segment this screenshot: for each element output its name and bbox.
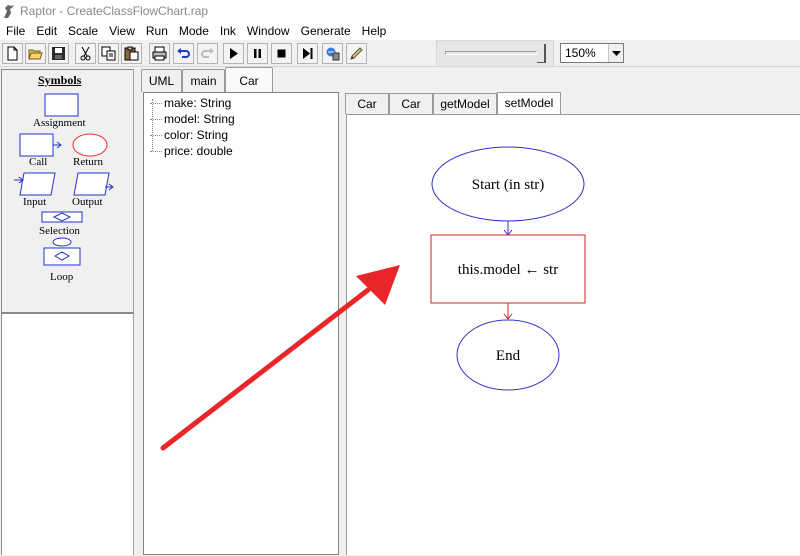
menu-view[interactable]: View xyxy=(103,24,140,38)
watch-window xyxy=(1,313,134,555)
step-button[interactable] xyxy=(297,43,318,64)
call-label: Call xyxy=(29,156,48,168)
selection-label: Selection xyxy=(39,225,80,237)
menu-scale[interactable]: Scale xyxy=(62,24,103,38)
flowchart-canvas[interactable]: Start (in str) this.model ← str End xyxy=(346,114,800,555)
chevron-down-icon[interactable] xyxy=(608,44,623,62)
flow-connector xyxy=(503,221,513,236)
tab-uml[interactable]: UML xyxy=(141,69,182,92)
window-title: Raptor - CreateClassFlowChart.rap xyxy=(20,4,209,18)
loop-symbol[interactable] xyxy=(43,237,81,266)
return-label: Return xyxy=(73,156,103,168)
assignment-statement: this.model ← str xyxy=(458,262,558,278)
copy-icon xyxy=(101,46,116,61)
paste-button[interactable] xyxy=(121,43,142,64)
tab-getmodel[interactable]: getModel xyxy=(433,93,497,114)
pause-icon xyxy=(254,49,261,58)
menu-ink[interactable]: Ink xyxy=(214,24,241,38)
cut-icon xyxy=(80,46,91,61)
play-icon xyxy=(230,48,238,59)
assignment-box[interactable]: this.model ← str xyxy=(430,234,586,304)
member-item[interactable]: price: double xyxy=(150,144,233,158)
undo-button[interactable] xyxy=(173,43,194,64)
menu-edit[interactable]: Edit xyxy=(30,24,62,38)
flow-connector xyxy=(503,303,513,320)
menu-run[interactable]: Run xyxy=(140,24,173,38)
assignment-symbol[interactable] xyxy=(44,93,79,117)
flowchart: Start (in str) this.model ← str End xyxy=(430,146,586,391)
new-file-icon xyxy=(7,46,18,61)
input-symbol[interactable] xyxy=(14,172,56,196)
pause-button[interactable] xyxy=(247,43,268,64)
tab-setmodel[interactable]: setModel xyxy=(497,92,561,115)
print-button[interactable] xyxy=(149,43,170,64)
menu-mode[interactable]: Mode xyxy=(173,24,214,38)
call-symbol[interactable] xyxy=(19,133,62,157)
pencil-ink-icon xyxy=(350,47,363,60)
class-members-tree: make: String model: String color: String… xyxy=(143,92,339,555)
menu-file[interactable]: File xyxy=(0,24,30,38)
save-button[interactable] xyxy=(48,43,69,64)
tab-car-constructor-2[interactable]: Car xyxy=(389,93,433,114)
toolbar xyxy=(0,40,800,67)
tab-car[interactable]: Car xyxy=(225,67,273,92)
redo-icon xyxy=(201,48,214,58)
print-icon xyxy=(152,46,167,61)
menu-bar: File Edit Scale View Run Mode Ink Window… xyxy=(0,22,800,40)
stop-button[interactable] xyxy=(271,43,292,64)
selection-symbol[interactable] xyxy=(41,211,83,223)
member-item[interactable]: make: String xyxy=(150,96,231,110)
cut-button[interactable] xyxy=(75,43,96,64)
loop-label: Loop xyxy=(50,271,74,283)
speed-slider-track xyxy=(445,51,537,55)
assignment-label: Assignment xyxy=(33,117,86,129)
open-folder-icon xyxy=(28,49,43,60)
input-label: Input xyxy=(23,196,47,208)
speed-slider-thumb[interactable] xyxy=(537,44,546,63)
tab-main[interactable]: main xyxy=(182,69,225,92)
zoom-select[interactable]: 150% xyxy=(560,43,624,63)
return-symbol[interactable] xyxy=(72,133,108,157)
menu-generate[interactable]: Generate xyxy=(295,24,356,38)
open-button[interactable] xyxy=(25,43,46,64)
menu-window[interactable]: Window xyxy=(241,24,295,38)
save-disk-icon xyxy=(52,47,65,60)
start-oval[interactable]: Start (in str) xyxy=(431,146,585,222)
redo-button[interactable] xyxy=(197,43,218,64)
test-server-icon xyxy=(326,47,340,61)
output-symbol[interactable] xyxy=(73,172,114,196)
end-oval[interactable]: End xyxy=(456,319,560,391)
raptor-dinosaur-icon xyxy=(4,5,14,18)
end-label: End xyxy=(496,348,521,364)
execute-button[interactable] xyxy=(223,43,244,64)
copy-button[interactable] xyxy=(98,43,119,64)
stop-icon xyxy=(277,49,286,58)
ink-pen-button[interactable] xyxy=(346,43,367,64)
title-bar: Raptor - CreateClassFlowChart.rap xyxy=(0,0,800,22)
member-item[interactable]: model: String xyxy=(150,112,235,126)
paste-icon xyxy=(124,46,139,61)
step-icon xyxy=(303,48,313,59)
output-label: Output xyxy=(72,196,103,208)
symbols-panel: Symbols Assignment Call Return Input Out… xyxy=(1,69,134,313)
tab-car-constructor-1[interactable]: Car xyxy=(345,93,389,114)
test-server-button[interactable] xyxy=(322,43,343,64)
undo-icon xyxy=(177,48,190,58)
start-label: Start (in str) xyxy=(472,177,545,193)
panel-splitter[interactable] xyxy=(135,69,141,555)
menu-help[interactable]: Help xyxy=(356,24,392,38)
execution-speed-slider[interactable] xyxy=(436,40,554,67)
member-item[interactable]: color: String xyxy=(150,128,228,142)
new-file-button[interactable] xyxy=(2,43,23,64)
zoom-value: 150% xyxy=(565,46,596,60)
